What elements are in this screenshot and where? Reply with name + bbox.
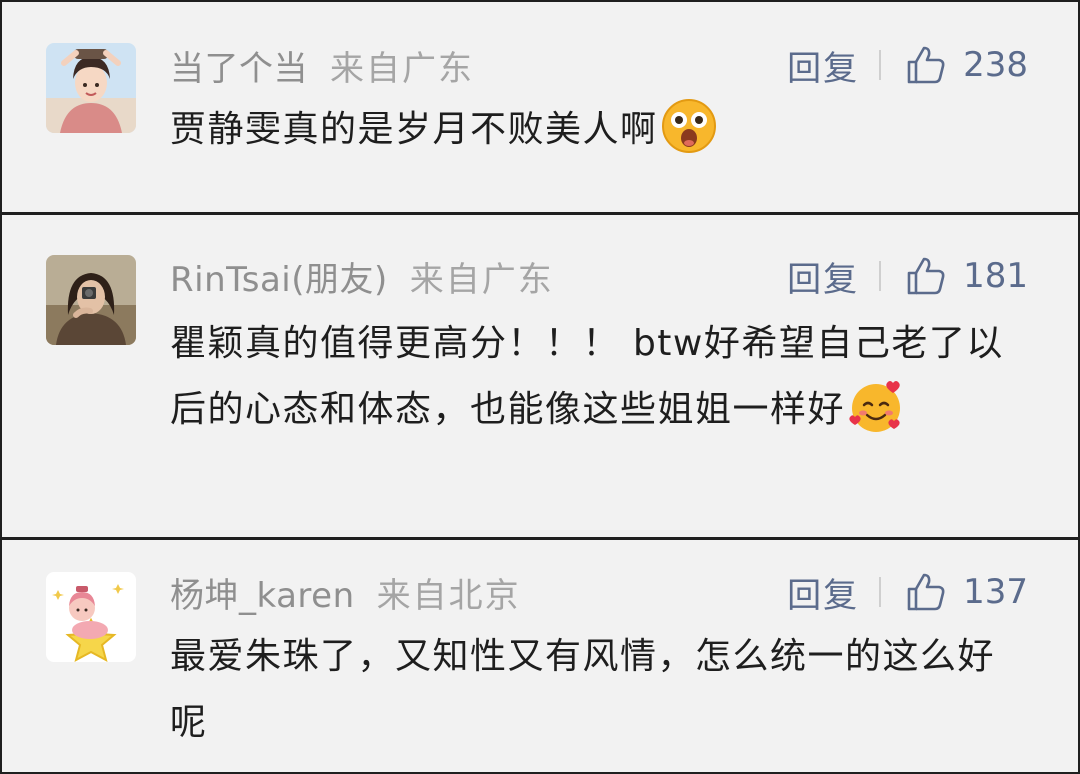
like-count: 181 [963, 256, 1028, 296]
thumbs-up-icon [907, 573, 945, 611]
comment-item: 当了个当 来自广东 回复 238 贾静雯真的是岁月不败美人啊 [2, 2, 1078, 212]
comment-header: 当了个当 来自广东 回复 238 [170, 40, 1028, 90]
astonished-face-emoji [661, 99, 716, 153]
reply-button[interactable]: 回复 [787, 252, 859, 301]
comment-text: 最爱朱珠了，又知性又有风情，怎么统一的这么好呢 [170, 624, 1030, 756]
comment-header: 杨坤_karen 来自北京 回复 137 [170, 567, 1028, 617]
reply-button[interactable]: 回复 [787, 568, 859, 617]
baby-on-star-avatar-icon [46, 572, 136, 662]
username[interactable]: 杨坤_karen [170, 568, 355, 617]
divider [879, 577, 882, 607]
thumbs-up-icon [907, 257, 945, 295]
divider [879, 261, 882, 291]
comment-text: 瞿颖真的值得更高分！！！ btw好希望自己老了以后的心态和体态，也能像这些姐姐一… [170, 311, 1030, 443]
like-count: 137 [963, 572, 1028, 612]
username[interactable]: 当了个当 [170, 41, 308, 90]
avatar[interactable] [46, 43, 136, 133]
avatar[interactable] [46, 255, 136, 345]
comment-body: 贾静雯真的是岁月不败美人啊 [170, 109, 658, 150]
comment-item: 杨坤_karen 来自北京 回复 137 最爱朱珠了，又知性又有风情，怎么统一的… [2, 540, 1078, 772]
reply-button[interactable]: 回复 [787, 41, 859, 90]
comment-body: 最爱朱珠了，又知性又有风情，怎么统一的这么好呢 [170, 636, 996, 743]
thumbs-up-icon [907, 46, 945, 84]
like-button[interactable]: 238 [905, 44, 1028, 86]
location-label: 来自北京 [376, 575, 521, 616]
like-button[interactable]: 181 [905, 255, 1028, 297]
username[interactable]: RinTsai(朋友) [170, 252, 388, 301]
smiling-face-with-hearts-emoji [849, 381, 901, 432]
like-count: 238 [963, 45, 1028, 85]
comment-header: RinTsai(朋友) 来自广东 回复 181 [170, 251, 1028, 301]
location-label: 来自广东 [409, 259, 554, 300]
divider [879, 50, 882, 80]
like-button[interactable]: 137 [905, 571, 1028, 613]
woman-photo-avatar-icon [46, 255, 136, 345]
location-label: 来自广东 [330, 48, 474, 89]
comment-item: RinTsai(朋友) 来自广东 回复 181 瞿颖真的值得更高分！！！ btw… [2, 215, 1078, 537]
comment-list: 当了个当 来自广东 回复 238 贾静雯真的是岁月不败美人啊 RinTsai(朋… [0, 0, 1080, 774]
girl-avatar-icon [46, 43, 136, 133]
comment-text: 贾静雯真的是岁月不败美人啊 [170, 97, 1030, 163]
avatar[interactable] [46, 572, 136, 662]
